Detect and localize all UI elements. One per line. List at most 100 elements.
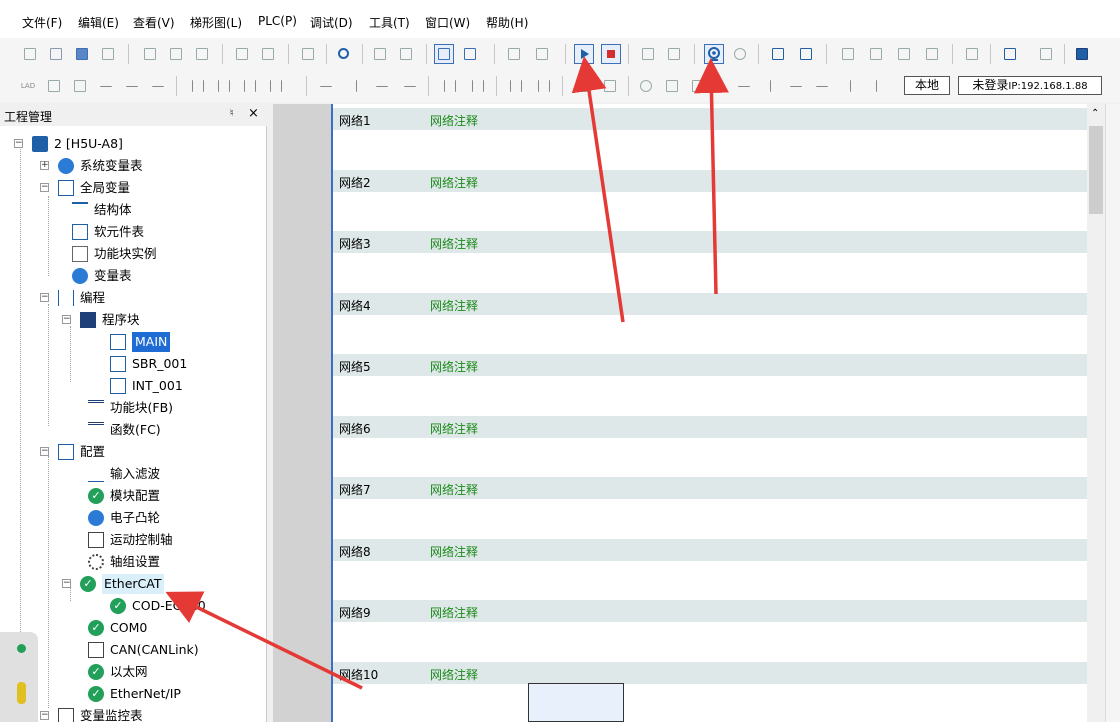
arrow-down-icon[interactable] bbox=[122, 76, 142, 96]
tool-d-icon[interactable] bbox=[922, 44, 942, 64]
paste-icon[interactable] bbox=[192, 44, 212, 64]
down-icon[interactable] bbox=[866, 76, 886, 96]
compile-icon[interactable] bbox=[370, 44, 390, 64]
lad-icon[interactable]: LAD bbox=[18, 76, 38, 96]
network-header[interactable]: 网络5 网络注释 bbox=[333, 354, 1087, 376]
collapse-icon[interactable]: − bbox=[14, 139, 23, 148]
logout-icon[interactable] bbox=[1036, 44, 1056, 64]
menu-view[interactable]: 查看(V) bbox=[133, 14, 175, 31]
ladder-toolbar: LAD 本地 未登录IP:192.168.1.88 bbox=[0, 70, 1120, 102]
network-header[interactable]: 网络6 网络注释 bbox=[333, 416, 1087, 438]
nc-contact-icon[interactable] bbox=[468, 76, 488, 96]
menu-tools[interactable]: 工具(T) bbox=[369, 14, 410, 31]
line-v-icon[interactable] bbox=[760, 76, 780, 96]
network-header[interactable]: 网络8 网络注释 bbox=[333, 539, 1087, 561]
line-h-icon[interactable] bbox=[734, 76, 754, 96]
network-header[interactable]: 网络3 网络注释 bbox=[333, 231, 1087, 253]
upload-icon[interactable] bbox=[664, 44, 684, 64]
copy-icon[interactable] bbox=[166, 44, 186, 64]
close-icon[interactable]: × bbox=[248, 106, 259, 121]
func-a-icon[interactable] bbox=[662, 76, 682, 96]
s2-icon[interactable] bbox=[70, 76, 90, 96]
save-icon[interactable] bbox=[72, 44, 92, 64]
scroll-up-icon[interactable]: ⌃ bbox=[1091, 108, 1099, 119]
func-c-icon[interactable] bbox=[600, 76, 620, 96]
network-header[interactable]: 网络4 网络注释 bbox=[333, 293, 1087, 315]
up-icon[interactable] bbox=[840, 76, 860, 96]
cut-icon[interactable] bbox=[140, 44, 160, 64]
delete-icon[interactable] bbox=[298, 44, 318, 64]
menu-window[interactable]: 窗口(W) bbox=[425, 14, 470, 31]
compile-all-icon[interactable] bbox=[396, 44, 416, 64]
search-icon[interactable] bbox=[334, 44, 354, 64]
login-icon[interactable] bbox=[1000, 44, 1020, 64]
menu-debug[interactable]: 调试(D) bbox=[310, 14, 353, 31]
book-icon[interactable] bbox=[1072, 44, 1092, 64]
rise-contact-icon[interactable] bbox=[506, 76, 526, 96]
network-icon bbox=[88, 642, 104, 658]
network-header[interactable]: 网络10 网络注释 bbox=[333, 662, 1087, 684]
upload-doc-icon[interactable] bbox=[532, 44, 552, 64]
inv-icon[interactable] bbox=[572, 76, 592, 96]
redo-icon[interactable] bbox=[258, 44, 278, 64]
hline-down-icon[interactable] bbox=[372, 76, 392, 96]
fall-contact-icon[interactable] bbox=[534, 76, 554, 96]
branch-icon[interactable] bbox=[96, 76, 116, 96]
check-icon: ✓ bbox=[88, 664, 104, 680]
window-icon[interactable] bbox=[434, 44, 454, 64]
check-icon: ✓ bbox=[80, 576, 96, 592]
contact-c-icon[interactable] bbox=[240, 76, 260, 96]
menu-bar: 文件(F) 编辑(E) 查看(V) 梯形图(L) PLC(P) 调试(D) 工具… bbox=[0, 0, 1120, 38]
monitor-icon[interactable] bbox=[704, 44, 724, 64]
contact-d-icon[interactable] bbox=[266, 76, 286, 96]
ladder-editor[interactable]: 网络1 网络注释 网络2 网络注释 网络3 网络注释 网络4 网络注释 网络5 … bbox=[273, 104, 1120, 722]
coil-icon[interactable] bbox=[636, 76, 656, 96]
vertical-scrollbar[interactable]: ⌃ bbox=[1087, 104, 1105, 722]
tool-b-icon[interactable] bbox=[866, 44, 886, 64]
menu-ladder[interactable]: 梯形图(L) bbox=[190, 14, 242, 31]
contact-b-icon[interactable] bbox=[214, 76, 234, 96]
stop-icon[interactable] bbox=[601, 44, 621, 64]
network-header[interactable]: 网络9 网络注释 bbox=[333, 600, 1087, 622]
pin-icon[interactable]: ♮ bbox=[230, 108, 234, 119]
menu-help[interactable]: 帮助(H) bbox=[486, 14, 528, 31]
save-all-icon[interactable] bbox=[98, 44, 118, 64]
network-header[interactable]: 网络1 网络注释 bbox=[333, 108, 1087, 130]
hline-up-icon[interactable] bbox=[400, 76, 420, 96]
hline-icon[interactable] bbox=[316, 76, 336, 96]
network-header[interactable]: 网络7 网络注释 bbox=[333, 477, 1087, 499]
download-doc-icon[interactable] bbox=[504, 44, 524, 64]
vline-icon[interactable] bbox=[346, 76, 366, 96]
run-icon[interactable] bbox=[574, 44, 594, 64]
edit-icon[interactable] bbox=[796, 44, 816, 64]
line-d-icon[interactable] bbox=[786, 76, 806, 96]
open-icon[interactable] bbox=[46, 44, 66, 64]
menu-file[interactable]: 文件(F) bbox=[22, 14, 62, 31]
no-contact-icon[interactable] bbox=[440, 76, 460, 96]
tool-e-icon[interactable] bbox=[962, 44, 982, 64]
monitor-stop-icon[interactable] bbox=[730, 44, 750, 64]
scroll-thumb[interactable] bbox=[1089, 126, 1103, 214]
line-x-icon[interactable] bbox=[812, 76, 832, 96]
func-f-icon[interactable] bbox=[688, 76, 708, 96]
undo-icon[interactable] bbox=[232, 44, 252, 64]
floating-widget[interactable] bbox=[0, 632, 38, 722]
local-badge[interactable]: 本地 bbox=[904, 76, 950, 95]
download-icon[interactable] bbox=[638, 44, 658, 64]
menu-edit[interactable]: 编辑(E) bbox=[78, 14, 119, 31]
contact-a-icon[interactable] bbox=[188, 76, 208, 96]
window-switch-icon[interactable] bbox=[460, 44, 480, 64]
tool-a-icon[interactable] bbox=[838, 44, 858, 64]
arrow-down2-icon[interactable] bbox=[148, 76, 168, 96]
network-header[interactable]: 网络2 网络注释 bbox=[333, 170, 1087, 192]
menu-plc[interactable]: PLC(P) bbox=[258, 14, 297, 28]
tool-c-icon[interactable] bbox=[894, 44, 914, 64]
new-icon[interactable] bbox=[20, 44, 40, 64]
debug-icon[interactable] bbox=[768, 44, 788, 64]
panel-title: 工程管理 bbox=[4, 110, 53, 124]
fc-icon bbox=[88, 422, 104, 438]
file-icon bbox=[110, 356, 126, 372]
login-status[interactable]: 未登录IP:192.168.1.88 bbox=[958, 76, 1102, 95]
s-icon[interactable] bbox=[44, 76, 64, 96]
selection-cursor[interactable] bbox=[528, 683, 624, 722]
